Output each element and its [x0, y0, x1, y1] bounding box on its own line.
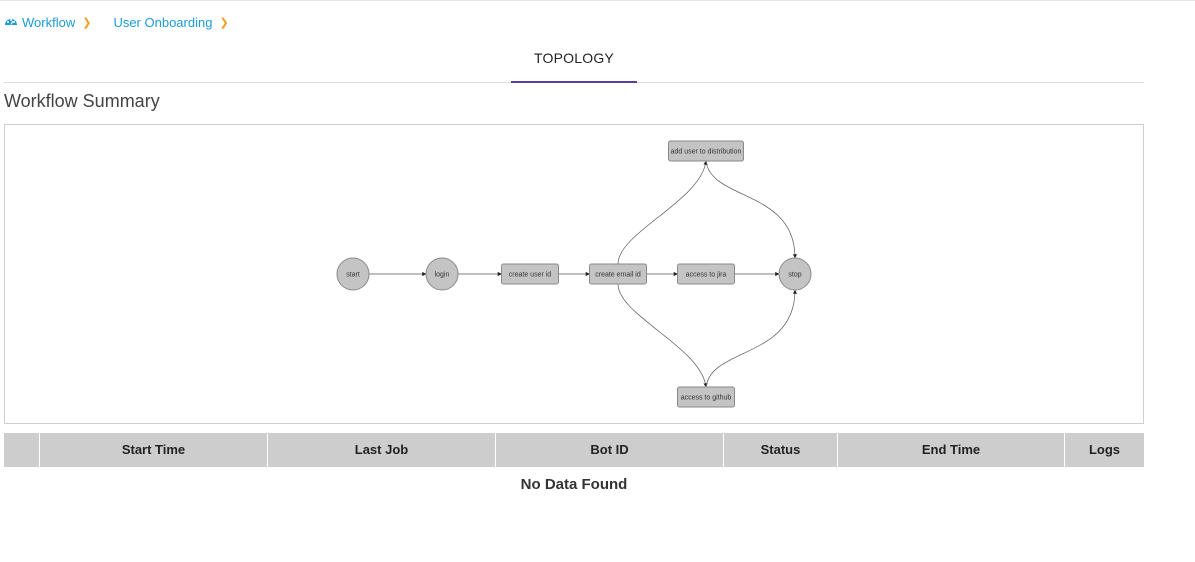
- node-access-to-github[interactable]: access to github: [677, 386, 735, 408]
- edge-add-user-to-distribution-to-stop: [705, 160, 798, 259]
- node-label: start: [346, 272, 360, 279]
- node-label: access to jira: [686, 272, 727, 279]
- breadcrumb-item-user-onboarding[interactable]: User Onboarding ❯: [113, 15, 228, 30]
- column-header-select: [4, 433, 39, 467]
- column-header-last-job[interactable]: Last Job: [267, 433, 495, 467]
- column-header-start-time[interactable]: Start Time: [39, 433, 267, 467]
- breadcrumb-label: User Onboarding: [113, 14, 213, 30]
- node-stop[interactable]: stop: [778, 257, 812, 291]
- node-label: stop: [788, 272, 801, 279]
- node-access-to-jira[interactable]: access to jira: [677, 263, 735, 285]
- edge-access-to-github-to-stop: [705, 289, 798, 388]
- edge-create-email-id-to-access-to-github: [617, 283, 708, 388]
- tab-bar: TOPOLOGY: [4, 40, 1144, 83]
- column-header-status[interactable]: Status: [723, 433, 837, 467]
- breadcrumb-label: Workflow: [22, 14, 76, 30]
- node-add-user-to-distribution[interactable]: add user to distribution: [668, 140, 744, 162]
- chevron-right-icon: ❯: [82, 16, 92, 29]
- node-login[interactable]: login: [425, 257, 459, 291]
- column-header-logs[interactable]: Logs: [1064, 433, 1144, 467]
- workflow-topology-graph: start login create user id create email id a…: [4, 124, 1144, 424]
- breadcrumb-item-workflow[interactable]: Workflow ❯: [4, 15, 91, 30]
- node-create-user-id[interactable]: create user id: [501, 263, 559, 285]
- chevron-right-icon: ❯: [219, 16, 229, 29]
- edge-create-email-id-to-add-user-to-distribution: [617, 160, 708, 265]
- empty-state-message: No Data Found: [520, 476, 628, 493]
- topology-svg: start login create user id create email id a…: [336, 140, 812, 408]
- results-table-header: Start Time Last Job Bot ID Status End Time Lo…: [4, 433, 1144, 467]
- tab-topology[interactable]: TOPOLOGY: [511, 40, 637, 83]
- node-start[interactable]: start: [336, 257, 370, 291]
- node-label: access to github: [681, 395, 732, 402]
- column-header-bot-id[interactable]: Bot ID: [495, 433, 723, 467]
- node-label: add user to distribution: [671, 149, 742, 156]
- column-header-end-time[interactable]: End Time: [837, 433, 1064, 467]
- node-create-email-id[interactable]: create email id: [589, 263, 647, 285]
- node-label: create user id: [509, 272, 552, 279]
- section-title: Workflow Summary: [4, 91, 160, 111]
- dashboard-icon: [4, 15, 18, 29]
- node-label: login: [435, 272, 450, 279]
- breadcrumb: Workflow ❯ User Onboarding ❯: [4, 13, 229, 31]
- top-divider: [0, 0, 1195, 1]
- node-label: create email id: [595, 272, 641, 279]
